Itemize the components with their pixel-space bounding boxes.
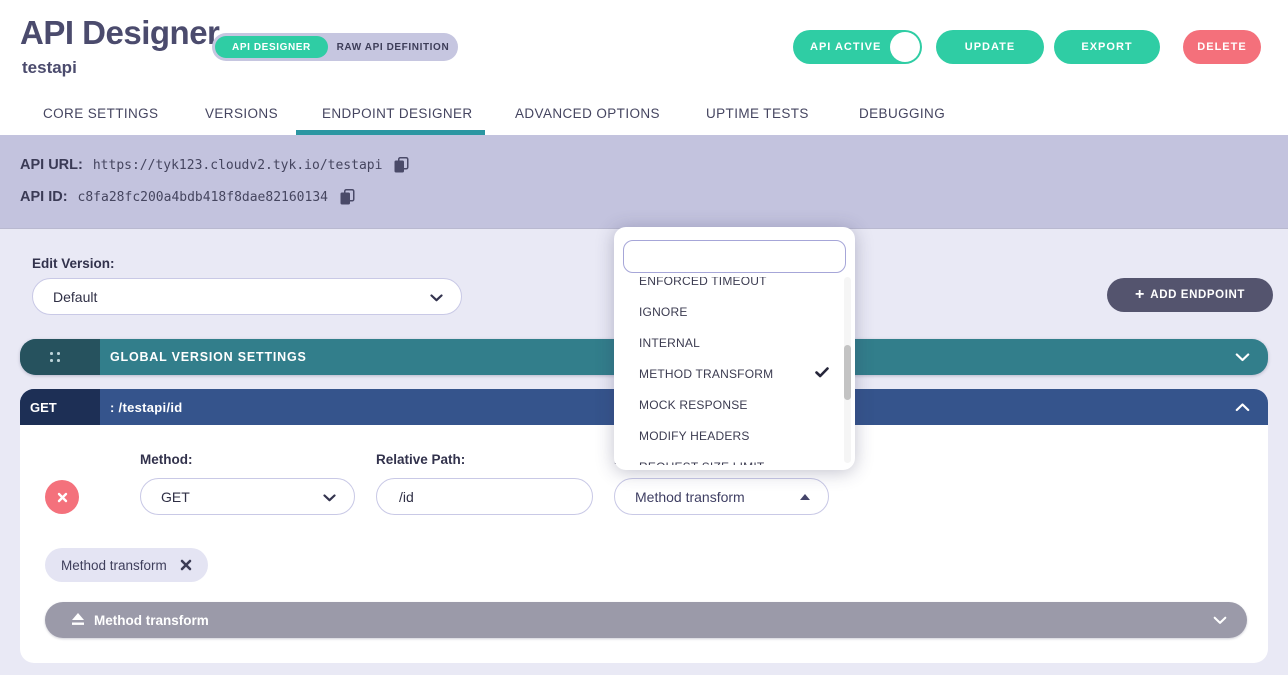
chevron-down-icon bbox=[430, 289, 443, 305]
method-select[interactable]: GET bbox=[140, 478, 355, 515]
plugins-dropdown-popup: ENFORCED TIMEOUT IGNORE INTERNAL METHOD … bbox=[614, 227, 855, 470]
close-icon bbox=[57, 492, 68, 503]
tab-endpoint-designer[interactable]: ENDPOINT DESIGNER bbox=[322, 106, 473, 121]
plugin-option-method-transform[interactable]: METHOD TRANSFORM bbox=[614, 358, 841, 389]
relative-path-input[interactable] bbox=[376, 478, 593, 515]
export-button[interactable]: EXPORT bbox=[1054, 30, 1160, 64]
chevron-down-icon[interactable] bbox=[1213, 602, 1227, 638]
plugin-tag-method-transform: Method transform bbox=[45, 548, 208, 582]
drag-dots-icon bbox=[50, 352, 60, 362]
plugins-multiselect[interactable]: Method transform bbox=[614, 478, 829, 515]
method-transform-section-bar[interactable]: Method transform bbox=[45, 602, 1247, 638]
api-active-toggle[interactable]: API ACTIVE bbox=[793, 30, 922, 64]
api-id-row: API ID: c8fa28fc200a4bdb418f8dae82160134 bbox=[20, 189, 355, 205]
plugin-section-title: Method transform bbox=[94, 602, 209, 638]
tab-uptime-tests[interactable]: UPTIME TESTS bbox=[706, 106, 809, 121]
plugin-option-ignore[interactable]: IGNORE bbox=[614, 296, 841, 327]
version-select-value: Default bbox=[53, 289, 97, 305]
toggle-option-api-designer[interactable]: API DESIGNER bbox=[215, 36, 328, 58]
toggle-knob[interactable] bbox=[890, 32, 920, 62]
tab-advanced-options[interactable]: ADVANCED OPTIONS bbox=[515, 106, 660, 121]
plugins-select-value: Method transform bbox=[635, 489, 745, 505]
relative-path-label: Relative Path: bbox=[376, 452, 465, 467]
view-mode-toggle[interactable]: API DESIGNER RAW API DEFINITION bbox=[212, 33, 458, 61]
update-button[interactable]: UPDATE bbox=[936, 30, 1044, 64]
api-id-value: c8fa28fc200a4bdb418f8dae82160134 bbox=[78, 190, 328, 205]
api-url-value: https://tyk123.cloudv2.tyk.io/testapi bbox=[93, 158, 383, 173]
plugin-options-list: ENFORCED TIMEOUT IGNORE INTERNAL METHOD … bbox=[614, 277, 841, 465]
tab-versions[interactable]: VERSIONS bbox=[205, 106, 278, 121]
plugin-option-request-size-limit[interactable]: REQUEST SIZE LIMIT bbox=[614, 451, 841, 465]
dropdown-scrollbar-thumb[interactable] bbox=[844, 345, 851, 400]
plugin-search-input[interactable] bbox=[623, 240, 846, 273]
method-select-value: GET bbox=[161, 489, 190, 505]
api-info-band: API URL: https://tyk123.cloudv2.tyk.io/t… bbox=[0, 135, 1288, 228]
endpoint-path-title: : /testapi/id bbox=[110, 389, 183, 425]
method-badge: GET bbox=[20, 389, 100, 425]
global-bar-title: GLOBAL VERSION SETTINGS bbox=[110, 339, 307, 375]
remove-endpoint-button[interactable] bbox=[45, 480, 79, 514]
chevron-down-icon bbox=[323, 489, 336, 505]
api-id-label: API ID: bbox=[20, 189, 68, 205]
tab-core-settings[interactable]: CORE SETTINGS bbox=[43, 106, 158, 121]
version-select[interactable]: Default bbox=[32, 278, 462, 315]
remove-tag-icon[interactable] bbox=[180, 559, 192, 571]
api-url-label: API URL: bbox=[20, 157, 83, 173]
header: API Designer testapi API DESIGNER RAW AP… bbox=[0, 0, 1288, 135]
eject-icon bbox=[71, 613, 85, 631]
triangle-up-icon bbox=[800, 494, 810, 500]
drag-handle[interactable] bbox=[20, 339, 100, 375]
check-icon bbox=[815, 367, 829, 381]
chevron-up-icon[interactable] bbox=[1235, 389, 1250, 425]
plugin-tag-label: Method transform bbox=[61, 558, 167, 573]
api-active-label: API ACTIVE bbox=[810, 41, 881, 53]
method-label: Method: bbox=[140, 452, 192, 467]
copy-icon[interactable] bbox=[394, 157, 409, 173]
api-designer-screen: API Designer testapi API DESIGNER RAW AP… bbox=[0, 0, 1288, 675]
plugin-option-enforced-timeout[interactable]: ENFORCED TIMEOUT bbox=[614, 277, 841, 296]
edit-version-label: Edit Version: bbox=[32, 256, 115, 271]
dropdown-scrollbar[interactable] bbox=[844, 277, 851, 463]
toggle-option-raw-api-definition[interactable]: RAW API DEFINITION bbox=[328, 42, 458, 53]
app-title: API Designer bbox=[20, 14, 219, 52]
tab-debugging[interactable]: DEBUGGING bbox=[859, 106, 945, 121]
delete-button[interactable]: DELETE bbox=[1183, 30, 1261, 64]
api-name: testapi bbox=[22, 58, 77, 78]
plugin-option-internal[interactable]: INTERNAL bbox=[614, 327, 841, 358]
api-url-row: API URL: https://tyk123.cloudv2.tyk.io/t… bbox=[20, 157, 409, 173]
chevron-down-icon[interactable] bbox=[1235, 339, 1250, 375]
add-endpoint-label: ADD ENDPOINT bbox=[1150, 289, 1245, 301]
plugin-option-mock-response[interactable]: MOCK RESPONSE bbox=[614, 389, 841, 420]
plugin-option-modify-headers[interactable]: MODIFY HEADERS bbox=[614, 420, 841, 451]
copy-icon[interactable] bbox=[340, 189, 355, 205]
add-endpoint-button[interactable]: + ADD ENDPOINT bbox=[1107, 278, 1273, 312]
plus-icon: + bbox=[1135, 286, 1144, 304]
